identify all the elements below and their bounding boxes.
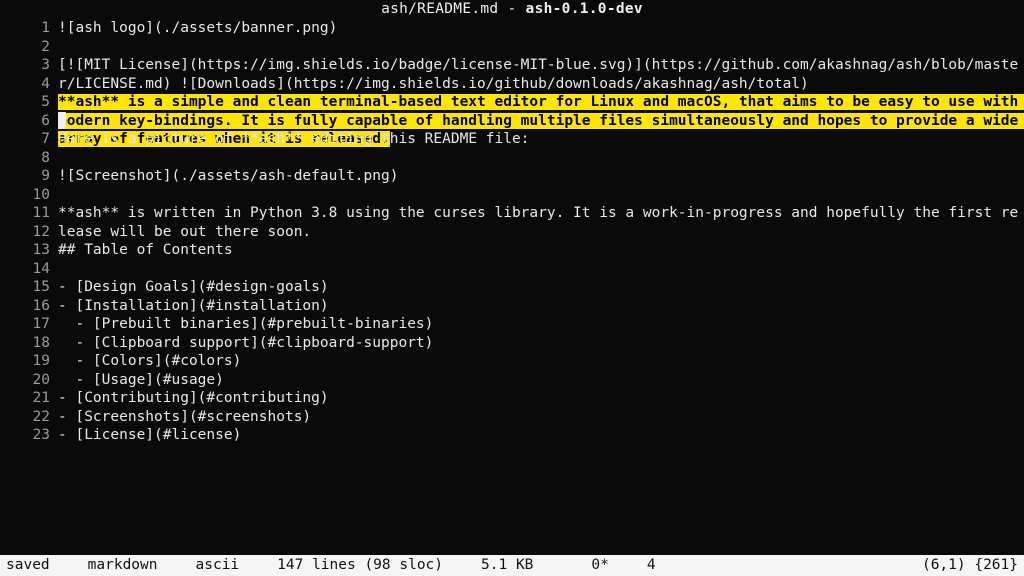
text-cursor	[58, 112, 66, 129]
editor-line[interactable]: 10	[0, 186, 1024, 205]
line-number: 18	[0, 334, 58, 353]
editor-line[interactable]: 20 - [Usage](#usage)	[0, 371, 1024, 390]
line-number: 17	[0, 315, 58, 334]
editor-line[interactable]: 8	[0, 149, 1024, 168]
line-content[interactable]: **ash** is written in Python 3.8 using t…	[58, 204, 1024, 223]
line-content[interactable]	[58, 186, 1024, 205]
line-content[interactable]: ## Table of Contents	[58, 241, 1024, 260]
line-content[interactable]: - [Contributing](#contributing)	[58, 389, 1024, 408]
line-number: 19	[0, 352, 58, 371]
status-saved: saved	[6, 555, 50, 576]
editor-line[interactable]: 7Here is a picture of **ash** editing th…	[0, 130, 1024, 149]
line-content[interactable]: - [Prebuilt binaries](#prebuilt-binaries…	[58, 315, 1024, 334]
editor-line[interactable]: 9![Screenshot](./assets/ash-default.png)	[0, 167, 1024, 186]
editor-line[interactable]: 3[![MIT License](https://img.shields.io/…	[0, 56, 1024, 75]
editor-line[interactable]: 21- [Contributing](#contributing)	[0, 389, 1024, 408]
line-content[interactable]: [![MIT License](https://img.shields.io/b…	[58, 56, 1024, 75]
editor-line[interactable]: 14	[0, 260, 1024, 279]
status-size: 5.1 KB	[481, 555, 533, 576]
line-content[interactable]: **ash** is a simple and clean terminal-b…	[58, 93, 1024, 112]
line-content[interactable]: - [Installation](#installation)	[58, 297, 1024, 316]
line-content[interactable]: - [Screenshots](#screenshots)	[58, 408, 1024, 427]
line-number: 2	[0, 38, 58, 57]
line-content[interactable]: - [Usage](#usage)	[58, 371, 1024, 390]
line-content[interactable]: - [License](#license)	[58, 426, 1024, 445]
line-content[interactable]: - [Clipboard support](#clipboard-support…	[58, 334, 1024, 353]
status-encoding: ascii	[196, 555, 240, 576]
status-selection: 0*	[591, 555, 608, 576]
editor-line[interactable]: 2	[0, 38, 1024, 57]
editor-line[interactable]: 18 - [Clipboard support](#clipboard-supp…	[0, 334, 1024, 353]
file-path: ash/README.md	[381, 1, 498, 17]
line-number: 3	[0, 56, 58, 75]
app-name: ash-0.1.0-dev	[526, 1, 643, 17]
line-number: 14	[0, 260, 58, 279]
line-number: 16	[0, 297, 58, 316]
editor-line[interactable]: 6	[0, 112, 1024, 131]
editor-line[interactable]: 13## Table of Contents	[0, 241, 1024, 260]
title-bar: ash/README.md - ash-0.1.0-dev	[0, 0, 1024, 19]
line-number: 13	[0, 241, 58, 260]
line-number: 1	[0, 19, 58, 38]
status-syntax: markdown	[88, 555, 158, 576]
editor-line[interactable]: 4	[0, 75, 1024, 94]
line-content[interactable]: - [Colors](#colors)	[58, 352, 1024, 371]
editor-line[interactable]: 1![ash logo](./assets/banner.png)	[0, 19, 1024, 38]
editor-area[interactable]: 1![ash logo](./assets/banner.png)23[![MI…	[0, 19, 1024, 555]
line-content[interactable]: ![ash logo](./assets/banner.png)	[58, 19, 1024, 38]
editor-line[interactable]: 22- [Screenshots](#screenshots)	[0, 408, 1024, 427]
line-content[interactable]	[58, 112, 1024, 131]
line-number: 4	[0, 75, 58, 94]
line-number: 6	[0, 112, 58, 131]
line-number: 9	[0, 167, 58, 186]
editor-line[interactable]: 17 - [Prebuilt binaries](#prebuilt-binar…	[0, 315, 1024, 334]
line-number: 15	[0, 278, 58, 297]
editor-line[interactable]: 16- [Installation](#installation)	[0, 297, 1024, 316]
line-number: 23	[0, 426, 58, 445]
line-number: 22	[0, 408, 58, 427]
line-content[interactable]	[58, 223, 1024, 242]
line-number: 12	[0, 223, 58, 242]
status-tabsize: 4	[647, 555, 656, 576]
editor-line[interactable]: 19 - [Colors](#colors)	[0, 352, 1024, 371]
line-content[interactable]	[58, 260, 1024, 279]
editor-line[interactable]: 12	[0, 223, 1024, 242]
status-bar: saved markdown ascii 147 lines (98 sloc)…	[0, 555, 1024, 576]
line-number: 8	[0, 149, 58, 168]
line-number: 20	[0, 371, 58, 390]
status-lines: 147 lines (98 sloc)	[277, 555, 443, 576]
line-number: 10	[0, 186, 58, 205]
editor-line[interactable]: 15- [Design Goals](#design-goals)	[0, 278, 1024, 297]
line-number: 5	[0, 93, 58, 112]
status-cursor-pos: (6,1) {261}	[922, 555, 1018, 576]
line-number: 21	[0, 389, 58, 408]
line-content[interactable]: ![Screenshot](./assets/ash-default.png)	[58, 167, 1024, 186]
editor-line[interactable]: 11**ash** is written in Python 3.8 using…	[0, 204, 1024, 223]
line-content[interactable]: Here is a picture of **ash** editing thi…	[58, 130, 1024, 149]
line-content[interactable]: - [Design Goals](#design-goals)	[58, 278, 1024, 297]
editor-line[interactable]: 5**ash** is a simple and clean terminal-…	[0, 93, 1024, 112]
line-number: 11	[0, 204, 58, 223]
line-content[interactable]	[58, 149, 1024, 168]
editor-line[interactable]: 23- [License](#license)	[0, 426, 1024, 445]
line-number: 7	[0, 130, 58, 149]
line-content[interactable]	[58, 75, 1024, 94]
line-content[interactable]	[58, 38, 1024, 57]
